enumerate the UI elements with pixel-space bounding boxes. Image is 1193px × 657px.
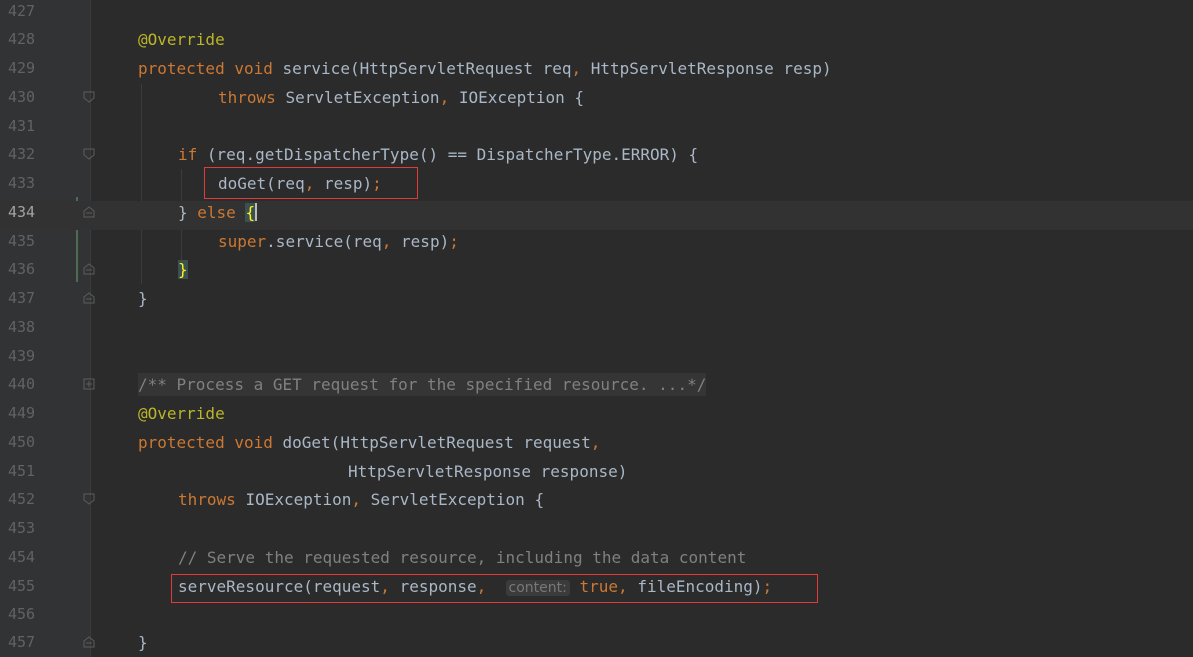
line-number: 430 <box>8 88 36 106</box>
code-line-current[interactable]: 434 } else { <box>0 201 1193 230</box>
keyword: throws <box>178 490 236 509</box>
keyword: protected <box>138 433 225 452</box>
line-number: 440 <box>8 375 36 393</box>
highlight-box <box>204 167 418 199</box>
code-text: } <box>138 289 148 308</box>
punctuation: , <box>571 59 582 78</box>
code-text: HttpServletResponse resp) <box>581 59 832 78</box>
text-caret <box>255 203 258 221</box>
punctuation: , <box>439 88 450 107</box>
fold-end-icon[interactable] <box>83 493 95 505</box>
line-number: 456 <box>8 605 36 623</box>
fold-start-icon[interactable] <box>83 292 95 304</box>
keyword: protected <box>138 59 225 78</box>
line-number: 450 <box>8 433 36 451</box>
line-number: 438 <box>8 318 36 336</box>
code-line[interactable]: 440 /** Process a GET request for the sp… <box>0 373 1193 402</box>
code-line[interactable]: 428 @Override <box>0 28 1193 57</box>
code-text: HttpServletResponse response) <box>348 462 628 481</box>
line-number: 434 <box>8 203 36 221</box>
code-line[interactable]: 451 HttpServletResponse response) <box>0 460 1193 489</box>
code-line[interactable]: 436 } <box>0 258 1193 287</box>
code-text: IOException <box>245 490 352 509</box>
line-number: 455 <box>8 577 36 595</box>
keyword: throws <box>218 88 276 107</box>
code-line[interactable]: 438 <box>0 316 1193 345</box>
line-number: 431 <box>8 117 36 135</box>
code-text: } <box>178 203 198 222</box>
line-number: 429 <box>8 59 36 77</box>
highlight-box <box>171 574 818 603</box>
code-line[interactable]: 439 <box>0 345 1193 374</box>
line-number: 436 <box>8 260 36 278</box>
line-comment: // Serve the requested resource, includi… <box>178 548 747 567</box>
code-line[interactable]: 430 throws ServletException, IOException… <box>0 86 1193 115</box>
line-number: 437 <box>8 289 36 307</box>
code-line[interactable]: 433 doGet(req, resp); <box>0 172 1193 201</box>
code-text: resp) <box>391 232 450 251</box>
code-line[interactable]: 453 <box>0 517 1193 546</box>
matched-brace: { <box>245 203 256 222</box>
line-number: 439 <box>8 347 36 365</box>
line-number: 435 <box>8 232 36 250</box>
keyword: super <box>218 232 267 251</box>
code-text: ServletException <box>285 88 440 107</box>
code-text: } <box>138 633 148 652</box>
code-line[interactable]: 454 // Serve the requested resource, inc… <box>0 546 1193 575</box>
punctuation: , <box>381 232 392 251</box>
keyword: if <box>178 145 198 164</box>
line-number: 457 <box>8 633 36 651</box>
code-line[interactable]: 431 <box>0 115 1193 144</box>
fold-start-icon[interactable] <box>83 636 95 648</box>
line-number: 432 <box>8 145 36 163</box>
annotation: @Override <box>138 404 225 423</box>
code-text: .service(req <box>266 232 382 251</box>
code-text: service(HttpServletRequest req <box>282 59 572 78</box>
code-text: doGet(HttpServletRequest request <box>282 433 591 452</box>
line-number: 427 <box>8 2 36 20</box>
code-text: ServletException { <box>361 490 545 509</box>
line-number: 452 <box>8 490 36 508</box>
code-line[interactable]: 450 protected void doGet(HttpServletRequ… <box>0 431 1193 460</box>
fold-expand-icon[interactable] <box>83 378 95 390</box>
fold-end-icon[interactable] <box>83 148 95 160</box>
punctuation: , <box>590 433 601 452</box>
folded-doc-comment[interactable]: /** Process a GET request for the specif… <box>138 373 707 396</box>
line-number: 451 <box>8 462 36 480</box>
code-line[interactable]: 449 @Override <box>0 402 1193 431</box>
line-number: 433 <box>8 174 36 192</box>
code-line[interactable]: 456 <box>0 603 1193 632</box>
fold-end-icon[interactable] <box>83 206 95 218</box>
keyword: else <box>197 203 236 222</box>
fold-start-icon[interactable] <box>83 263 95 275</box>
code-line[interactable]: 457 } <box>0 631 1193 657</box>
annotation: @Override <box>138 30 225 49</box>
code-line[interactable]: 435 super.service(req, resp); <box>0 230 1193 259</box>
code-line[interactable]: 437 } <box>0 287 1193 316</box>
code-line[interactable]: 432 if (req.getDispatcherType() == Dispa… <box>0 143 1193 172</box>
line-number: 449 <box>8 404 36 422</box>
fold-end-icon[interactable] <box>83 91 95 103</box>
matched-brace: } <box>178 260 188 279</box>
code-editor[interactable]: 427 428 @Override 429 protected void ser… <box>0 0 1193 657</box>
code-line[interactable]: 427 <box>0 0 1193 29</box>
code-line[interactable]: 429 protected void service(HttpServletRe… <box>0 57 1193 86</box>
punctuation: , <box>351 490 362 509</box>
keyword: void <box>234 433 273 452</box>
keyword: void <box>234 59 273 78</box>
line-number: 454 <box>8 548 36 566</box>
punctuation: ; <box>449 232 459 251</box>
line-number: 453 <box>8 519 36 537</box>
code-line[interactable]: 452 throws IOException, ServletException… <box>0 488 1193 517</box>
code-text: IOException { <box>449 88 585 107</box>
code-text: (req.getDispatcherType() == DispatcherTy… <box>206 145 699 164</box>
line-number: 428 <box>8 30 36 48</box>
